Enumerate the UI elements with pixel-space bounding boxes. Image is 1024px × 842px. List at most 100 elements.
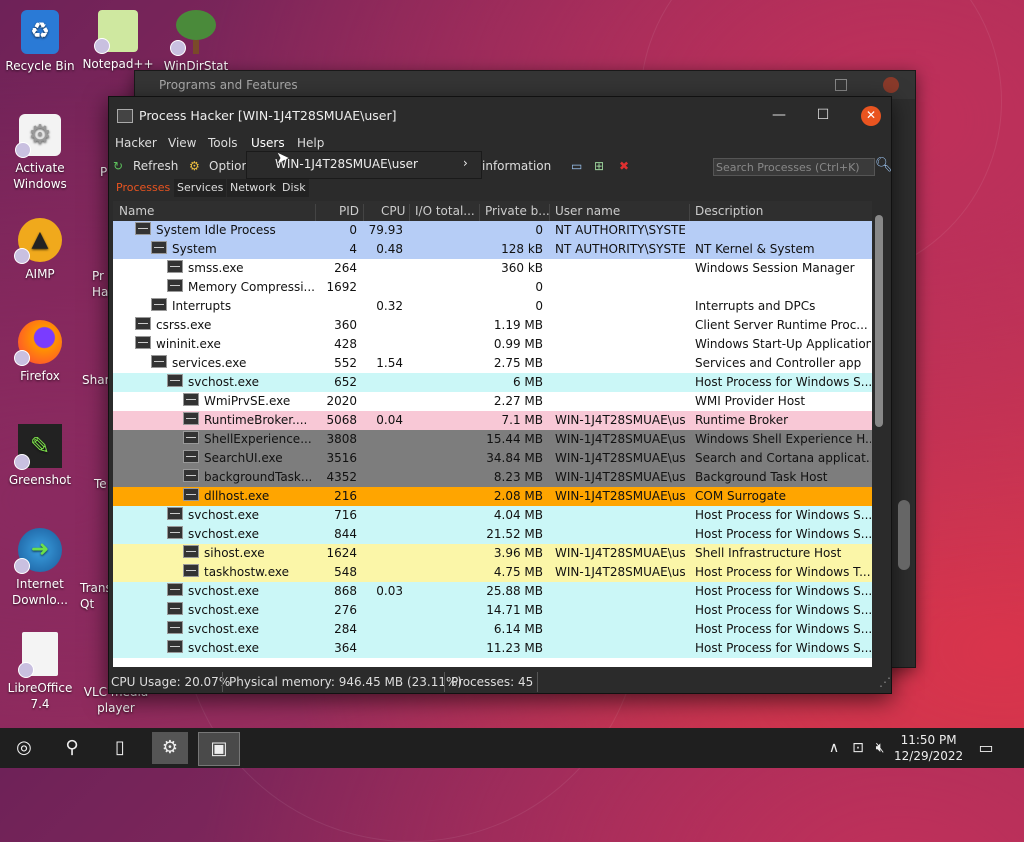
process-priv: 0: [535, 280, 543, 294]
notification-icon[interactable]: ▭: [974, 736, 998, 760]
close-icon[interactable]: [883, 77, 899, 93]
process-row[interactable]: WmiPrvSE.exe 2020 2.27 MB WMI Provider Host: [113, 392, 873, 411]
process-desc: Host Process for Windows S...: [695, 508, 871, 522]
process-row[interactable]: RuntimeBroker.... 5068 0.04 7.1 MB WIN-1J4T2…: [113, 411, 873, 430]
search-icon[interactable]: ⚲: [60, 736, 84, 760]
volume-muted-icon[interactable]: 🔇︎: [868, 736, 892, 760]
process-priv: 34.84 MB: [486, 451, 543, 465]
column-header: Name PID CPU I/O total... Private b... U…: [113, 201, 873, 224]
desktop-icon-recycle-bin[interactable]: ♻ Recycle Bin: [0, 10, 80, 74]
process-row[interactable]: svchost.exe 868 0.03 25.88 MB Host Process f…: [113, 582, 873, 601]
system-information-button[interactable]: information: [482, 159, 551, 173]
task-view-icon[interactable]: ▯: [108, 736, 132, 760]
column-private-bytes[interactable]: Private b...: [485, 204, 550, 218]
process-row[interactable]: wininit.exe 428 0.99 MB Windows Start-Up Ap…: [113, 335, 873, 354]
clock[interactable]: 11:50 PM 12/29/2022: [894, 732, 963, 764]
process-pid: 716: [334, 508, 357, 522]
find-window-icon[interactable]: ⊞: [594, 159, 604, 173]
process-row[interactable]: svchost.exe 716 4.04 MB Host Process for Wi…: [113, 506, 873, 525]
tab-network[interactable]: Network: [227, 179, 279, 197]
process-pid: 4352: [326, 470, 357, 484]
desktop-icon-firefox[interactable]: Firefox: [0, 320, 80, 384]
process-icon: [135, 222, 151, 235]
search-icon[interactable]: 🔍︎: [875, 157, 893, 173]
process-row[interactable]: taskhostw.exe 548 4.75 MB WIN-1J4T28SMUAE\u…: [113, 563, 873, 582]
process-icon: [167, 507, 183, 520]
close-button[interactable]: ✕: [861, 106, 881, 126]
process-desc: Host Process for Windows S...: [695, 641, 871, 655]
process-cpu: 0.04: [376, 413, 403, 427]
resize-grip-icon[interactable]: ⋰: [879, 675, 891, 689]
mouse-cursor-icon: ➤: [276, 148, 290, 167]
process-row[interactable]: System Idle Process 0 79.93 0 NT AUTHORITY\S…: [113, 221, 873, 240]
settings-taskbar-icon[interactable]: ⚙: [152, 732, 188, 764]
desktop-icon-internet-download[interactable]: ➜ Internet Downlo...: [0, 528, 80, 608]
column-name[interactable]: Name: [119, 204, 154, 218]
column-cpu[interactable]: CPU: [381, 204, 405, 218]
process-row[interactable]: backgroundTask... 4352 8.23 MB WIN-1J4T28SM…: [113, 468, 873, 487]
process-name-cell: System Idle Process: [135, 221, 331, 240]
user-menu-item[interactable]: WIN-1J4T28SMUAE\user: [275, 157, 418, 171]
process-row[interactable]: svchost.exe 276 14.71 MB Host Process for W…: [113, 601, 873, 620]
desktop-icon-aimp[interactable]: ▲ AIMP: [0, 218, 80, 282]
process-row[interactable]: smss.exe 264 360 kB Windows Session Manager: [113, 259, 873, 278]
network-icon[interactable]: ⊡: [846, 736, 870, 760]
clock-date: 12/29/2022: [894, 749, 964, 763]
process-row[interactable]: svchost.exe 364 11.23 MB Host Process for W…: [113, 639, 873, 658]
clipped-desktop-label: Shar: [82, 373, 110, 387]
process-hacker-window[interactable]: Process Hacker [WIN-1J4T28SMUAE\user] — …: [108, 96, 893, 694]
process-user: WIN-1J4T28SMUAE\user: [555, 470, 685, 484]
process-row[interactable]: ShellExperience... 3808 15.44 MB WIN-1J4T28…: [113, 430, 873, 449]
menu-hacker[interactable]: Hacker: [115, 136, 157, 150]
desktop-icon-greenshot[interactable]: ✎ Greenshot: [0, 424, 80, 488]
process-priv: 128 kB: [501, 242, 543, 256]
process-row[interactable]: System 4 0.48 128 kB NT AUTHORITY\SYSTEM NT K…: [113, 240, 873, 259]
process-row[interactable]: svchost.exe 844 21.52 MB Host Process for W…: [113, 525, 873, 544]
process-desc: Host Process for Windows S...: [695, 375, 871, 389]
tab-disk[interactable]: Disk: [279, 179, 309, 197]
process-user: WIN-1J4T28SMUAE\user: [555, 489, 685, 503]
menu-help[interactable]: Help: [297, 136, 324, 150]
process-list[interactable]: Name PID CPU I/O total... Private b... U…: [113, 201, 873, 667]
process-row[interactable]: csrss.exe 360 1.19 MB Client Server Runtime…: [113, 316, 873, 335]
scrollbar-thumb[interactable]: [875, 215, 883, 427]
process-row[interactable]: Interrupts 0.32 0 Interrupts and DPCs: [113, 297, 873, 316]
window-icon[interactable]: ▭: [571, 159, 582, 173]
desktop-icon-libreoffice[interactable]: LibreOffice 7.4: [0, 632, 80, 712]
process-name-cell: taskhostw.exe: [183, 563, 331, 582]
desktop-icon-notepadpp[interactable]: Notepad++: [78, 10, 158, 72]
options-button[interactable]: Optior: [209, 159, 246, 173]
process-row[interactable]: sihost.exe 1624 3.96 MB WIN-1J4T28SMUAE\use…: [113, 544, 873, 563]
vertical-scrollbar[interactable]: [872, 201, 886, 667]
process-name: services.exe: [172, 356, 247, 370]
process-row[interactable]: SearchUI.exe 3516 34.84 MB WIN-1J4T28SMUAE\…: [113, 449, 873, 468]
maximize-button[interactable]: ☐: [809, 104, 837, 128]
refresh-button[interactable]: Refresh: [133, 159, 178, 173]
maximize-icon[interactable]: [835, 79, 847, 91]
column-io-total[interactable]: I/O total...: [415, 204, 475, 218]
process-row[interactable]: svchost.exe 652 6 MB Host Process for Windo…: [113, 373, 873, 392]
search-input[interactable]: Search Processes (Ctrl+K): [713, 158, 875, 176]
process-pid: 3516: [326, 451, 357, 465]
tab-services[interactable]: Services: [174, 179, 227, 197]
menu-tools[interactable]: Tools: [208, 136, 238, 150]
menu-view[interactable]: View: [168, 136, 196, 150]
process-hacker-taskbar-icon[interactable]: ▣: [198, 732, 240, 766]
title-bar[interactable]: Process Hacker [WIN-1J4T28SMUAE\user] — …: [109, 97, 891, 135]
terminate-icon[interactable]: ✖: [619, 159, 629, 173]
desktop-icon-windirstat[interactable]: WinDirStat: [156, 10, 236, 74]
column-user-name[interactable]: User name: [555, 204, 620, 218]
process-row[interactable]: svchost.exe 284 6.14 MB Host Process for Wi…: [113, 620, 873, 639]
column-pid[interactable]: PID: [339, 204, 359, 218]
desktop-icon-activate-windows[interactable]: ⚙ Activate Windows: [0, 114, 80, 192]
bg-window-scrollbar[interactable]: [898, 500, 910, 570]
process-row[interactable]: dllhost.exe 216 2.08 MB WIN-1J4T28SMUAE\use…: [113, 487, 873, 506]
ubuntu-start-icon[interactable]: ◎: [12, 736, 36, 760]
column-description[interactable]: Description: [695, 204, 763, 218]
minimize-button[interactable]: —: [765, 104, 793, 128]
chevron-up-icon[interactable]: ∧: [822, 736, 846, 760]
process-row[interactable]: Memory Compressi... 1692 0: [113, 278, 873, 297]
tab-processes[interactable]: Processes: [113, 179, 174, 197]
refresh-icon: ↻: [113, 159, 124, 173]
process-row[interactable]: services.exe 552 1.54 2.75 MB Services and C…: [113, 354, 873, 373]
